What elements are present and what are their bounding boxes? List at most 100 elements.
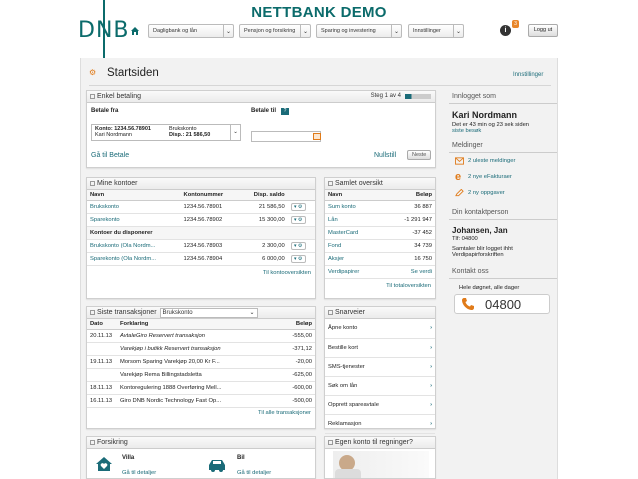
nav-sparing[interactable]: Sparing og investering ⌄ <box>316 24 402 38</box>
home-icon[interactable] <box>130 26 140 36</box>
shortcut-item[interactable]: Reklamasjon › <box>325 414 435 434</box>
shortcut-item[interactable]: Søk om lån › <box>325 376 435 396</box>
shortcut-item[interactable]: Bestille kort › <box>325 338 435 358</box>
divider <box>89 85 551 86</box>
chevron-right-icon: › <box>421 338 435 358</box>
table-row[interactable]: Varekjøp Rema Billingstadsletta -625,00 <box>87 368 315 382</box>
notification-badge[interactable]: 3 <box>512 20 519 28</box>
phone-icon <box>462 298 474 310</box>
table-row[interactable]: Sparekonto (Ola Nordm... 1234.56.78904 6 0… <box>87 252 315 266</box>
shortcuts-list: Åpne konto › Bestille kort › SMS-tjenester… <box>325 319 435 434</box>
from-label: Betale fra <box>91 108 119 114</box>
transactions-table: Dato Forklaring Beløp 20.11.13 AvtaleGiro R… <box>87 319 315 408</box>
chevron-right-icon: › <box>421 319 435 339</box>
table-row[interactable]: Sum konto 36 887 <box>325 200 435 214</box>
next-button[interactable]: Neste <box>407 150 432 160</box>
expand-icon[interactable] <box>328 440 333 445</box>
table-row[interactable]: Sparekonto 1234.56.78902 15 300,00 ▾ ⚙ <box>87 213 315 227</box>
table-row[interactable]: Brukskonto (Ola Nordm... 1234.56.78903 2 3… <box>87 239 315 253</box>
insurance-box: Forsikring Villa Gå til detaljer Bil Gå … <box>86 436 316 479</box>
user-name: Kari Nordmann <box>452 110 518 120</box>
insurance-header: Forsikring <box>87 437 315 449</box>
chevron-down-icon: ⌄ <box>300 25 310 37</box>
table-row[interactable]: Brukskonto 1234.56.78901 21 586,50 ▾ ⚙ <box>87 200 315 214</box>
table-row[interactable]: Fond 34 739 <box>325 239 435 253</box>
expand-icon[interactable] <box>328 310 333 315</box>
logout-button[interactable]: Logg ut <box>528 24 558 37</box>
to-label: Betale til <box>251 108 277 114</box>
nav-dagligbank[interactable]: Dagligbank og lån ⌄ <box>148 24 234 38</box>
account-menu-icon[interactable]: ▾ ⚙ <box>290 203 306 211</box>
account-menu-icon[interactable]: ▾ ⚙ <box>290 242 306 250</box>
unread-messages[interactable]: 2 uleste meldinger <box>449 153 557 169</box>
dnb-logo[interactable]: DNB <box>78 0 129 66</box>
transactions-header: Siste transaksjoner Brukskonto ⌄ <box>87 307 315 319</box>
info-icon[interactable]: i <box>500 25 511 36</box>
promo-box: Egen konto til regninger? <box>324 436 436 479</box>
last-visit-link[interactable]: siste besøk <box>449 128 557 138</box>
account-menu-icon[interactable]: ▾ ⚙ <box>290 216 306 224</box>
nav-innstillinger[interactable]: Innstillinger ⌄ <box>408 24 464 38</box>
shortcut-item[interactable]: SMS-tjenester › <box>325 357 435 377</box>
table-row[interactable]: Aksjer 16 750 <box>325 252 435 266</box>
contact-heading: Din kontaktperson <box>449 205 557 220</box>
help-icon[interactable]: ? <box>281 108 289 115</box>
step-indicator: Steg 1 av 4 <box>370 93 401 99</box>
payment-header: Enkel betaling Steg 1 av 4 <box>87 91 435 103</box>
task-messages[interactable]: 2 ny oppgaver <box>449 185 557 201</box>
reset-link[interactable]: Nullstill <box>374 152 396 159</box>
transactions-box: Siste transaksjoner Brukskonto ⌄ Dato Fork… <box>86 306 316 429</box>
from-account-select[interactable]: Konto: 1234.56.78901 Brukskonto Kari Nord… <box>91 124 241 141</box>
chevron-down-icon: ⌄ <box>391 25 401 37</box>
accounts-overview-link[interactable]: Til kontooversikten <box>87 266 315 280</box>
efaktura-messages[interactable]: e2 nye eFakturaer <box>449 169 557 185</box>
bil-details-link[interactable]: Gå til detaljer <box>237 470 271 476</box>
table-row[interactable]: Verdipapirer Se verdi <box>325 265 435 279</box>
table-row[interactable]: Varekjøp i butikk Reservert transaksjon -… <box>87 342 315 356</box>
expand-icon[interactable] <box>90 94 95 99</box>
contact-note-2: Verdipapirforskriften <box>452 252 504 258</box>
overview-box: Samlet oversikt Navn Beløp Sum konto 36 88… <box>324 177 436 299</box>
settings-link[interactable]: Innstillinger <box>513 72 543 78</box>
expand-icon[interactable] <box>90 440 95 445</box>
shortcut-item[interactable]: Åpne konto › <box>325 319 435 339</box>
goto-betale-link[interactable]: Gå til Betale <box>91 152 129 159</box>
table-row[interactable]: 16.11.13 Giro DNB Nordic Technology Fast … <box>87 394 315 408</box>
nav-pensjon[interactable]: Pensjon og forsikring ⌄ <box>239 24 311 38</box>
contact-phone-box[interactable]: 04800 <box>454 294 550 314</box>
expand-icon[interactable] <box>328 181 333 186</box>
accounts-header: Mine kontoer <box>87 178 315 190</box>
promo-image[interactable] <box>333 451 429 478</box>
contact-us-heading: Kontakt oss <box>449 264 557 279</box>
contact-us-hours: Hele døgnet, alle dager <box>459 285 520 291</box>
all-transactions-link[interactable]: Til alle transaksjoner <box>87 408 315 420</box>
page-title: ⚙ Startsiden <box>89 67 159 79</box>
expand-icon[interactable] <box>90 310 95 315</box>
car-icon <box>209 460 225 472</box>
table-row[interactable]: Lån -1 291 947 <box>325 213 435 227</box>
shortcuts-box: Snarveier Åpne konto › Bestille kort › SMS… <box>324 306 436 434</box>
table-row[interactable]: 19.11.13 Morsom Sparing Varekjøp 20,00 Kr… <box>87 355 315 369</box>
shortcut-item[interactable]: Opprett spareavtale › <box>325 395 435 415</box>
table-row[interactable]: 18.11.13 Kontoregulering 1888 Overføring … <box>87 381 315 395</box>
expand-icon[interactable] <box>90 181 95 186</box>
bil-label: Bil <box>237 455 245 461</box>
settings-icon[interactable]: ⚙ <box>89 68 103 78</box>
payment-box: Enkel betaling Steg 1 av 4 Betale fra Be… <box>86 90 436 168</box>
right-sidebar: Innlogget som Kari Nordmann Det er 43 mi… <box>449 89 557 314</box>
total-overview-link[interactable]: Til totaloversikten <box>325 279 435 293</box>
account-select[interactable]: Brukskonto ⌄ <box>159 307 258 318</box>
shortcuts-header: Snarveier <box>325 307 435 319</box>
envelope-icon <box>455 157 464 165</box>
villa-details-link[interactable]: Gå til detaljer <box>122 470 156 476</box>
table-row[interactable]: 20.11.13 AvtaleGiro Reservert transaksjon… <box>87 329 315 343</box>
overview-table: Navn Beløp Sum konto 36 887 Lån -1 291 947 … <box>325 190 435 279</box>
table-row[interactable]: MasterCard -37 452 <box>325 226 435 240</box>
chevron-right-icon: › <box>421 357 435 377</box>
address-book-icon[interactable] <box>313 133 321 140</box>
chevron-right-icon: › <box>421 376 435 396</box>
account-menu-icon[interactable]: ▾ ⚙ <box>290 255 306 263</box>
to-account-input[interactable] <box>251 131 321 142</box>
chevron-down-icon: ⌄ <box>223 25 233 37</box>
overview-header: Samlet oversikt <box>325 178 435 190</box>
